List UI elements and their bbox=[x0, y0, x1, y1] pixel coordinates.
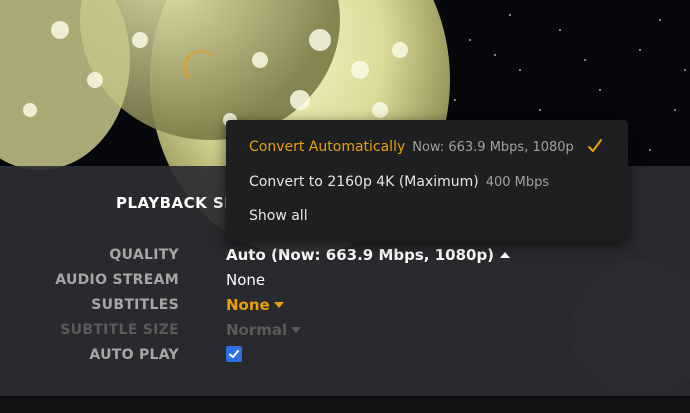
option-label: Convert Automatically bbox=[249, 139, 406, 155]
loading-spinner-icon bbox=[184, 50, 218, 84]
quality-label: QUALITY bbox=[109, 247, 179, 263]
option-meta: 400 Mbps bbox=[485, 175, 550, 190]
dropdown-option-convert-2160p[interactable]: Convert to 2160p 4K (Maximum) 400 Mbps bbox=[249, 171, 549, 195]
auto-play-checkbox[interactable] bbox=[226, 346, 242, 362]
setting-row-quality[interactable]: QUALITY Auto (Now: 663.9 Mbps, 1080p) bbox=[0, 244, 690, 268]
subtitles-value: None bbox=[226, 296, 270, 314]
quality-dropdown-menu: Convert Automatically Now: 663.9 Mbps, 10… bbox=[226, 120, 628, 241]
setting-row-subtitles[interactable]: SUBTITLES None bbox=[0, 294, 690, 318]
caret-down-icon bbox=[291, 327, 302, 333]
dropdown-option-convert-automatically[interactable]: Convert Automatically Now: 663.9 Mbps, 10… bbox=[249, 136, 574, 160]
caret-up-icon bbox=[500, 252, 511, 258]
audio-stream-label: AUDIO STREAM bbox=[55, 272, 179, 288]
checkmark-icon bbox=[588, 139, 602, 152]
checkmark-icon bbox=[229, 350, 239, 358]
panel-title: PLAYBACK SE bbox=[116, 194, 226, 212]
quality-value: Auto (Now: 663.9 Mbps, 1080p) bbox=[226, 246, 495, 264]
subtitle-size-select: Normal bbox=[226, 321, 302, 339]
video-player: PLAYBACK SE QUALITY Auto (Now: 663.9 Mbp… bbox=[0, 0, 690, 413]
option-meta: Now: 663.9 Mbps, 1080p bbox=[412, 140, 574, 155]
option-label: Convert to 2160p 4K (Maximum) bbox=[249, 174, 479, 190]
subtitles-select[interactable]: None bbox=[226, 296, 284, 314]
setting-row-auto-play: AUTO PLAY bbox=[0, 344, 690, 368]
audio-stream-value[interactable]: None bbox=[226, 271, 265, 289]
auto-play-label: AUTO PLAY bbox=[89, 347, 179, 363]
subtitles-label: SUBTITLES bbox=[91, 297, 179, 313]
quality-select[interactable]: Auto (Now: 663.9 Mbps, 1080p) bbox=[226, 246, 511, 264]
setting-row-audio-stream[interactable]: AUDIO STREAM None bbox=[0, 269, 690, 293]
option-label: Show all bbox=[249, 208, 308, 224]
subtitle-size-value: Normal bbox=[226, 321, 288, 339]
panel-bottom-bar bbox=[0, 396, 690, 413]
dropdown-option-show-all[interactable]: Show all bbox=[249, 205, 308, 229]
caret-down-icon bbox=[273, 302, 284, 308]
setting-row-subtitle-size: SUBTITLE SIZE Normal bbox=[0, 319, 690, 343]
subtitle-size-label: SUBTITLE SIZE bbox=[60, 322, 179, 338]
